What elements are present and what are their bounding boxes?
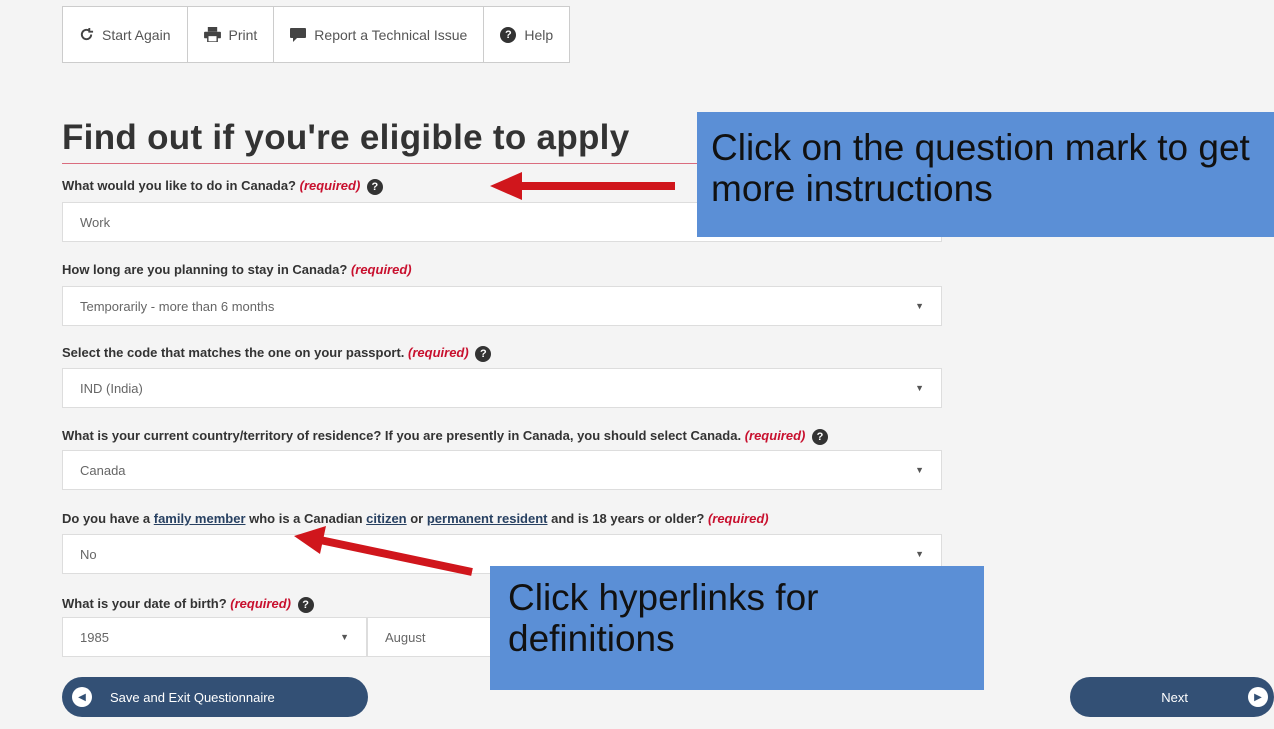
- question-mark-icon[interactable]: ?: [475, 345, 492, 362]
- question-mark-icon[interactable]: ?: [366, 178, 383, 195]
- report-issue-button[interactable]: Report a Technical Issue: [274, 7, 485, 62]
- caret-down-icon: ▼: [915, 383, 924, 393]
- question-circle-icon: ?: [500, 26, 517, 43]
- citizen-link[interactable]: citizen: [366, 511, 406, 526]
- required-marker: (required): [299, 178, 361, 193]
- arrow-to-question-mark: [490, 172, 675, 200]
- required-marker: (required): [707, 511, 769, 526]
- print-button[interactable]: Print: [188, 7, 275, 62]
- passport-code-value: IND (India): [80, 380, 143, 396]
- question-dob-label: What is your date of birth? (required) ?: [62, 596, 314, 613]
- page-title: Find out if you're eligible to apply: [62, 118, 630, 157]
- chevron-right-icon: ▶: [1248, 687, 1268, 707]
- residence-value: Canada: [80, 462, 126, 478]
- caret-down-icon: ▼: [915, 549, 924, 559]
- caret-down-icon: ▼: [340, 632, 349, 642]
- family-member-value: No: [80, 546, 97, 562]
- question-mark-icon[interactable]: ?: [811, 428, 828, 445]
- question-mark-callout: Click on the question mark to get more i…: [697, 112, 1274, 237]
- question-activity-label: What would you like to do in Canada? (re…: [62, 178, 383, 195]
- required-marker: (required): [408, 345, 469, 360]
- question-mark-icon[interactable]: ?: [297, 596, 314, 613]
- question-duration-label: How long are you planning to stay in Can…: [62, 262, 412, 277]
- refresh-icon: [79, 27, 94, 42]
- family-member-link[interactable]: family member: [154, 511, 246, 526]
- caret-down-icon: ▼: [915, 301, 924, 311]
- chevron-left-icon: ◀: [72, 687, 92, 707]
- printer-icon: [203, 27, 221, 42]
- residence-select[interactable]: Canada ▼: [62, 450, 942, 490]
- birth-month-value: August: [385, 629, 426, 645]
- help-button[interactable]: ? Help: [484, 7, 569, 62]
- print-label: Print: [228, 26, 258, 43]
- next-button[interactable]: Next ▶: [1070, 677, 1274, 717]
- title-underline: [62, 163, 702, 164]
- report-issue-label: Report a Technical Issue: [314, 26, 468, 43]
- duration-select[interactable]: Temporarily - more than 6 months ▼: [62, 286, 942, 326]
- question-passport-label: Select the code that matches the one on …: [62, 345, 492, 362]
- start-again-label: Start Again: [102, 26, 171, 43]
- next-label: Next: [1161, 689, 1188, 705]
- hyperlinks-callout: Click hyperlinks for definitions: [490, 566, 984, 690]
- toolbar: Start Again Print Report a Technical Iss…: [62, 6, 571, 63]
- help-label: Help: [524, 26, 554, 43]
- arrow-to-hyperlink: [294, 526, 473, 576]
- required-marker: (required): [230, 596, 291, 611]
- question-residence-label: What is your current country/territory o…: [62, 428, 828, 445]
- caret-down-icon: ▼: [915, 465, 924, 475]
- comment-icon: [290, 27, 307, 42]
- birth-year-select[interactable]: 1985 ▼: [62, 617, 367, 657]
- save-exit-button[interactable]: ◀ Save and Exit Questionnaire: [62, 677, 368, 717]
- start-again-button[interactable]: Start Again: [63, 7, 188, 62]
- required-marker: (required): [350, 262, 412, 277]
- question-family-label: Do you have a family member who is a Can…: [62, 511, 769, 526]
- passport-code-select[interactable]: IND (India) ▼: [62, 368, 942, 408]
- permanent-resident-link[interactable]: permanent resident: [427, 511, 548, 526]
- duration-value: Temporarily - more than 6 months: [80, 298, 275, 314]
- birth-year-value: 1985: [80, 629, 109, 645]
- required-marker: (required): [744, 428, 806, 443]
- activity-value: Work: [80, 214, 111, 230]
- save-exit-label: Save and Exit Questionnaire: [110, 689, 275, 705]
